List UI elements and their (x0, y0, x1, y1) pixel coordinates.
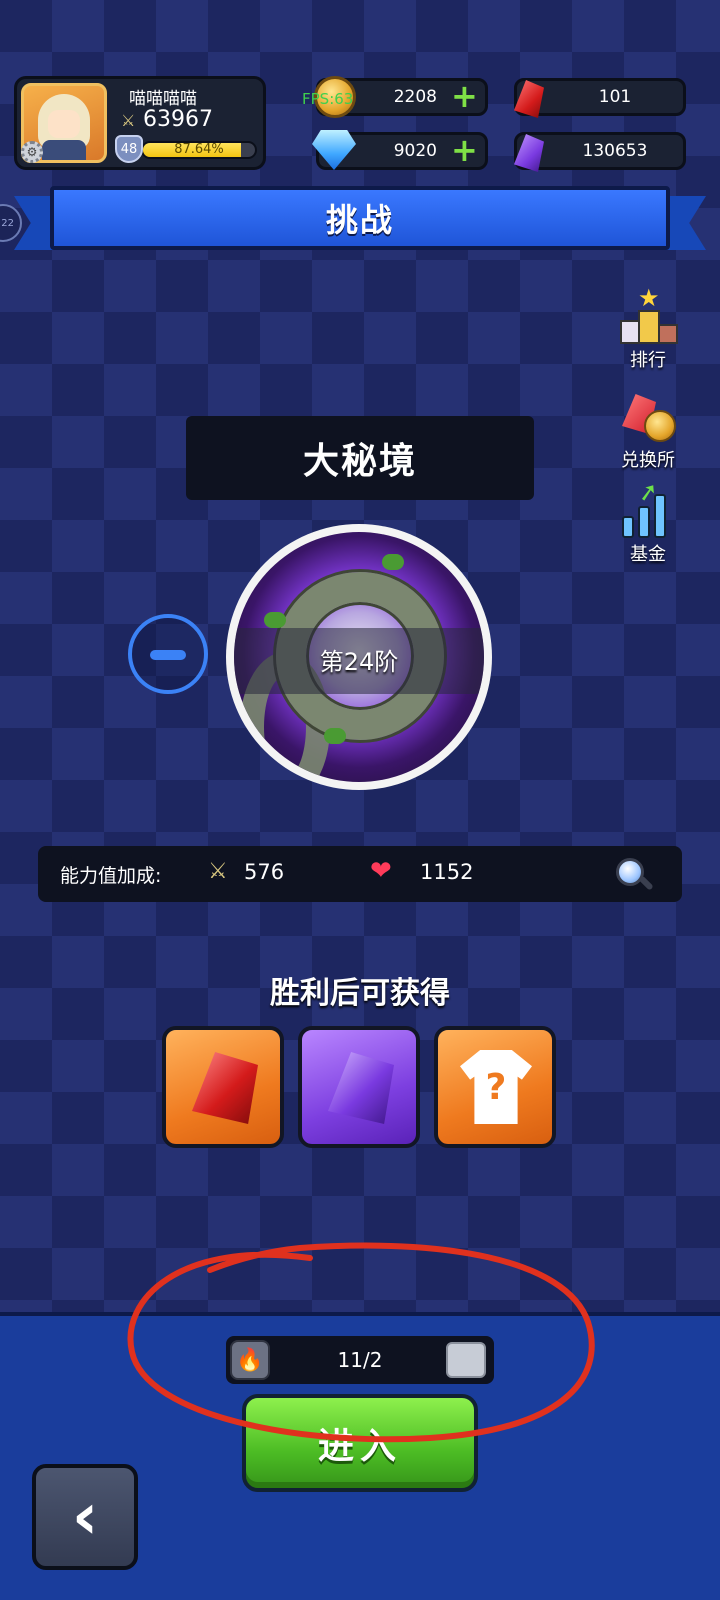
add-diamond-button[interactable]: + (451, 134, 478, 166)
settings-gear-icon[interactable]: ⚙ (21, 141, 43, 163)
bottom-panel: 🔥 11/2 进入 ‹ (0, 1312, 720, 1600)
fund-label: 基金 (630, 544, 666, 565)
crossed-swords-icon: ⚔ (208, 859, 228, 884)
exchange-icon (618, 388, 678, 446)
rewards-title: 胜利后可获得 (270, 976, 450, 1011)
ability-bonus-label: 能力值加成: (60, 865, 162, 887)
dungeon-portal: 第24阶 (226, 524, 492, 790)
enter-button[interactable]: 进入 (242, 1394, 478, 1492)
tier-label: 第24阶 (319, 648, 399, 676)
ranking-podium-icon: ★ (618, 284, 678, 346)
fps-counter: FPS:63 (302, 90, 354, 108)
gold-value: 2208 (393, 87, 437, 107)
ranking-button[interactable]: ★ 排行 (606, 284, 690, 372)
back-button[interactable]: ‹ (32, 1464, 138, 1570)
reward-purple-crystal[interactable] (298, 1026, 420, 1148)
add-ticket-button[interactable] (446, 1342, 486, 1378)
mode-title: 大秘境 (302, 441, 417, 482)
mystery-outfit-icon: ? (460, 1050, 532, 1124)
ability-bonus-bar: 能力值加成: ⚔ 576 ❤ 1152 (38, 846, 682, 902)
avatar-body (42, 140, 86, 160)
add-gold-button[interactable]: + (451, 80, 478, 112)
experience-percent: 87.64% (174, 142, 224, 157)
purple-crystal-icon (328, 1052, 394, 1124)
ranking-label: 排行 (630, 350, 666, 371)
player-name: 喵喵喵喵 (129, 89, 197, 109)
side-edge-badge[interactable]: 22 (0, 204, 22, 242)
diamond-value: 9020 (393, 141, 437, 161)
chevron-left-icon: ‹ (71, 1480, 99, 1554)
fund-chart-icon: ➚ (618, 476, 678, 540)
avatar-face (48, 110, 80, 138)
exchange-label: 兑换所 (621, 450, 675, 471)
combat-power-value: 63967 (143, 107, 213, 132)
entry-ticket-bar: 🔥 11/2 (226, 1336, 494, 1384)
experience-bar: 87.64% (141, 141, 257, 159)
attack-bonus-value: 576 (244, 860, 285, 884)
decrease-tier-button[interactable] (128, 614, 208, 694)
hp-bonus-value: 1152 (420, 860, 474, 884)
minus-icon (150, 650, 186, 660)
reward-mystery-outfit[interactable]: ? (434, 1026, 556, 1148)
level-shield-badge: 48 (115, 135, 143, 163)
crossed-swords-icon: ⚔ (121, 111, 136, 130)
magnifier-handle (638, 875, 654, 891)
page-title: 挑战 (325, 201, 394, 239)
up-arrow-icon: ➚ (635, 476, 661, 508)
player-profile-card[interactable]: ⚙ 喵喵喵喵 ⚔ 63967 87.64% 48 (14, 76, 266, 170)
star-icon: ★ (638, 284, 660, 312)
mode-title-box: 大秘境 (186, 416, 534, 500)
title-banner: 挑战 (50, 186, 670, 250)
reward-red-crystal[interactable] (162, 1026, 284, 1148)
fund-button[interactable]: ➚ 基金 (606, 476, 690, 566)
heart-icon: ❤ (370, 856, 392, 886)
enter-button-label: 进入 (317, 1426, 402, 1467)
portal-image: 第24阶 (234, 532, 484, 782)
exchange-button[interactable]: 兑换所 (606, 388, 690, 472)
red-crystal-icon (192, 1052, 258, 1124)
